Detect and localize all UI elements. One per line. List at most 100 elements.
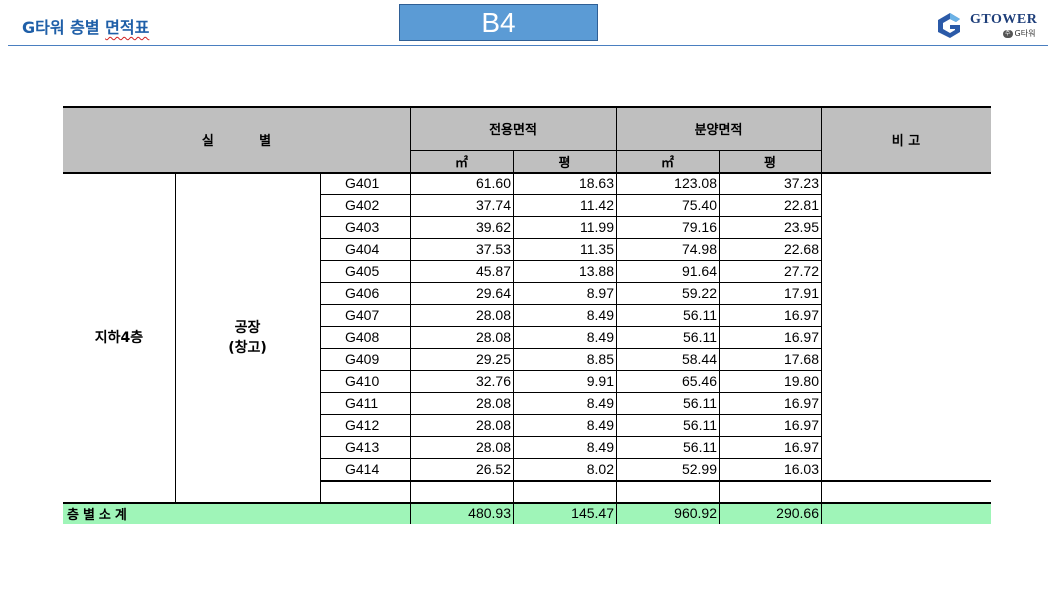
header-room: 실 별 [201, 133, 272, 149]
sale-m2: 65.46 [681, 373, 717, 389]
sale-m2: 56.11 [683, 439, 717, 455]
sale-m2: 56.11 [683, 417, 717, 433]
room-code: G401 [345, 175, 380, 191]
logo-name: GTOWER [970, 12, 1038, 27]
grid-line [63, 502, 991, 504]
gtower-logo-icon [938, 13, 960, 38]
room-code: G402 [345, 197, 380, 213]
exclusive-m2: 61.60 [475, 175, 511, 191]
room-code: G409 [345, 351, 380, 367]
unit-m2: ㎡ [454, 155, 468, 171]
grid-line [513, 150, 514, 524]
room-code: G405 [345, 263, 380, 279]
grid-line [410, 106, 411, 524]
sale-m2: 56.11 [683, 307, 717, 323]
sale-pyeong: 16.03 [783, 461, 819, 477]
exclusive-m2: 28.08 [475, 417, 511, 433]
subtotal-label: 층별소계 [67, 507, 131, 523]
exclusive-pyeong: 13.88 [578, 263, 614, 279]
sale-pyeong: 16.97 [783, 439, 819, 455]
sale-pyeong: 23.95 [783, 219, 819, 235]
exclusive-m2: 26.52 [475, 461, 511, 477]
grid-line [320, 480, 821, 482]
grid-line [320, 260, 821, 261]
exclusive-pyeong: 8.49 [586, 307, 614, 323]
room-code: G411 [345, 395, 379, 411]
grid-line [320, 282, 821, 283]
exclusive-pyeong: 11.42 [580, 197, 614, 213]
grid-line [320, 326, 821, 327]
exclusive-pyeong: 8.49 [586, 395, 614, 411]
grid-line [320, 172, 321, 502]
exclusive-m2: 45.87 [475, 263, 511, 279]
exclusive-pyeong: 8.97 [586, 285, 614, 301]
room-code: G406 [345, 285, 380, 301]
room-code: G410 [345, 373, 380, 389]
sale-m2: 52.99 [681, 461, 717, 477]
sale-m2: 56.11 [683, 329, 717, 345]
exclusive-pyeong: 8.85 [586, 351, 614, 367]
grid-line [320, 414, 821, 415]
usage-line-1: 공장 [234, 320, 261, 336]
exclusive-m2: 37.74 [475, 197, 511, 213]
sale-pyeong: 16.97 [783, 329, 819, 345]
sale-m2: 91.64 [681, 263, 717, 279]
floor-label: 지하4층 [94, 330, 144, 346]
room-code: G403 [345, 219, 380, 235]
grid-line [821, 480, 991, 482]
exclusive-pyeong: 8.02 [586, 461, 614, 477]
exclusive-pyeong: 11.99 [580, 219, 614, 235]
room-code: G408 [345, 329, 380, 345]
sale-pyeong: 22.68 [783, 241, 819, 257]
exclusive-m2: 28.08 [475, 395, 511, 411]
grid-line [616, 106, 617, 524]
floor-badge: B4 [399, 4, 598, 41]
sale-pyeong: 17.68 [783, 351, 819, 367]
grid-line [320, 392, 821, 393]
exclusive-pyeong: 18.63 [578, 175, 614, 191]
exclusive-pyeong: 11.35 [580, 241, 614, 257]
header-note: 비 고 [891, 133, 921, 149]
header-divider [8, 45, 1048, 46]
grid-line [821, 106, 822, 524]
sale-pyeong: 22.81 [783, 197, 819, 213]
sale-m2: 56.11 [683, 395, 717, 411]
exclusive-m2: 39.62 [475, 219, 511, 235]
room-code: G413 [345, 439, 380, 455]
subtotal-pyeong: 145.47 [571, 505, 614, 521]
logo-sub: 주 G타워 [1003, 29, 1036, 38]
sale-pyeong: 16.97 [783, 417, 819, 433]
area-table: 실 별 전용면적 분양면적비 고 ㎡ 평 ㎡ 평지하4층 공장 (창고) G401 61.60 18.… [63, 106, 991, 524]
sale-m2: 58.44 [681, 351, 717, 367]
subtotal-sale-m2: 960.92 [674, 505, 717, 521]
grid-line [320, 348, 821, 349]
unit-sale-m2: ㎡ [660, 155, 674, 171]
grid-line [320, 216, 821, 217]
sale-pyeong: 16.97 [783, 395, 819, 411]
sale-m2: 79.16 [681, 219, 717, 235]
unit-sale-pyeong: 평 [764, 155, 776, 171]
exclusive-m2: 28.08 [475, 307, 511, 323]
exclusive-pyeong: 9.91 [586, 373, 614, 389]
sale-m2: 75.40 [681, 197, 717, 213]
grid-line [719, 150, 720, 524]
header-exclusive-area: 전용면적 [489, 122, 537, 138]
room-code: G412 [345, 417, 380, 433]
header-sale-area: 분양면적 [694, 122, 743, 138]
usage-label: 공장 (창고) [175, 172, 320, 502]
unit-pyeong: 평 [558, 155, 571, 171]
grid-line [320, 304, 821, 305]
page-title: G타워 층별 면적표 [22, 18, 150, 37]
exclusive-m2: 32.76 [475, 373, 511, 389]
exclusive-pyeong: 8.49 [586, 417, 614, 433]
subtotal-sale-pyeong: 290.66 [776, 505, 819, 521]
room-code: G414 [345, 461, 380, 477]
grid-line [320, 436, 821, 437]
grid-line [320, 194, 821, 195]
exclusive-m2: 29.64 [475, 285, 511, 301]
usage-line-2: (창고) [228, 340, 267, 356]
sale-m2: 123.08 [674, 175, 717, 191]
room-code: G407 [345, 307, 380, 323]
room-code: G404 [345, 241, 380, 257]
grid-line [320, 238, 821, 239]
